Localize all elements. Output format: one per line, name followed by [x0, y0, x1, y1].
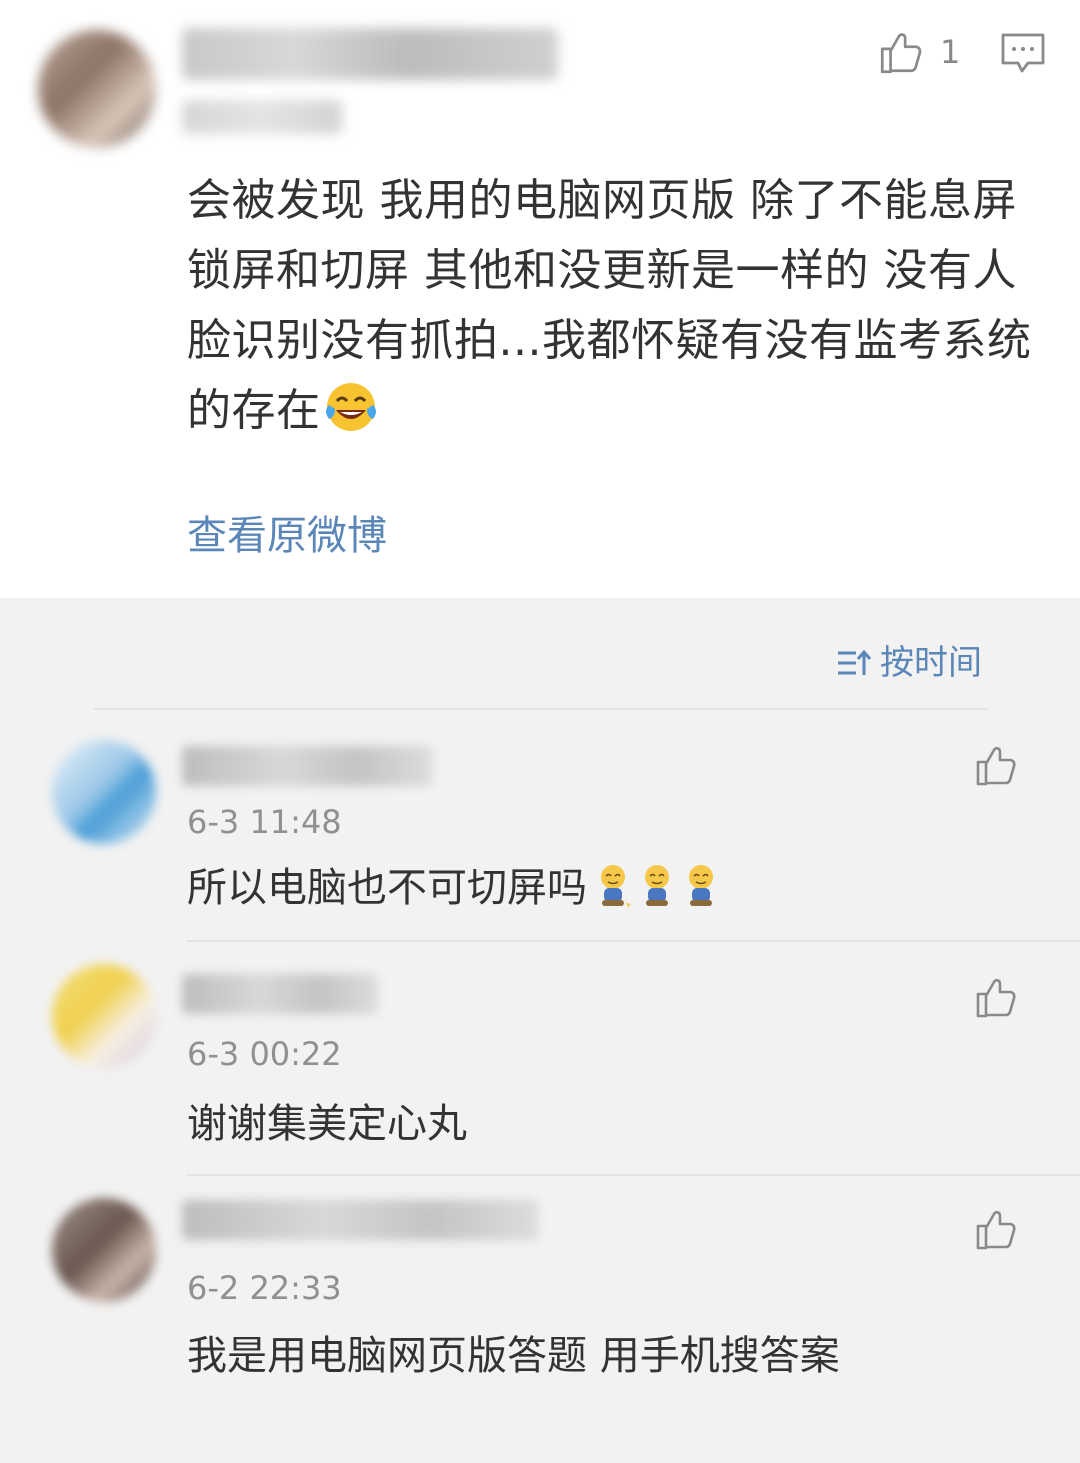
reply-text: 谢谢集美定心丸 — [187, 1101, 467, 1147]
username-blurred[interactable] — [182, 974, 378, 1014]
post-meta-blurred — [182, 100, 342, 134]
divider — [187, 1174, 1080, 1176]
username-blurred[interactable] — [182, 1200, 538, 1240]
thumbs-up-icon[interactable] — [972, 974, 1020, 1022]
reply-text-row: 所以电脑也不可切屏吗 — [187, 860, 719, 916]
comment-text: 会被发现 我用的电脑网页版 除了不能息屏锁屏和切屏 其他和没更新是一样的 没有人… — [187, 175, 1032, 436]
sort-icon — [838, 649, 872, 675]
timestamp: 6-3 11:48 — [187, 803, 342, 841]
avatar[interactable] — [52, 740, 156, 844]
view-original-weibo-link[interactable]: 查看原微博 — [187, 508, 387, 564]
avatar[interactable] — [52, 964, 156, 1068]
divider — [94, 708, 988, 710]
sort-label: 按时间 — [880, 643, 982, 683]
like-count: 1 — [940, 33, 961, 71]
kneeling-sticker-icon — [645, 865, 669, 906]
main-comment-card: 1 会被发现 我用的电脑网页版 除了不能息屏锁屏和切屏 其他和没更新是一样的 没… — [0, 0, 1080, 598]
divider — [187, 940, 1080, 942]
kneeling-sticker-icon — [689, 865, 713, 906]
kneeling-sticker-icon — [601, 865, 631, 909]
comment-icon[interactable] — [1000, 32, 1046, 76]
reply-text: 我是用电脑网页版答题 用手机搜答案 — [187, 1333, 840, 1379]
thumbs-up-icon[interactable] — [876, 28, 926, 78]
avatar[interactable] — [52, 1198, 156, 1302]
username-blurred[interactable] — [182, 746, 432, 786]
timestamp: 6-2 22:33 — [187, 1269, 342, 1307]
thumbs-up-icon[interactable] — [972, 1206, 1020, 1254]
avatar[interactable] — [38, 30, 156, 148]
sort-by-time-button[interactable]: 按时间 — [836, 638, 982, 688]
laughing-tears-emoji — [325, 383, 376, 431]
username-blurred[interactable] — [182, 28, 558, 80]
timestamp: 6-3 00:22 — [187, 1035, 342, 1073]
thumbs-up-icon[interactable] — [972, 742, 1020, 790]
